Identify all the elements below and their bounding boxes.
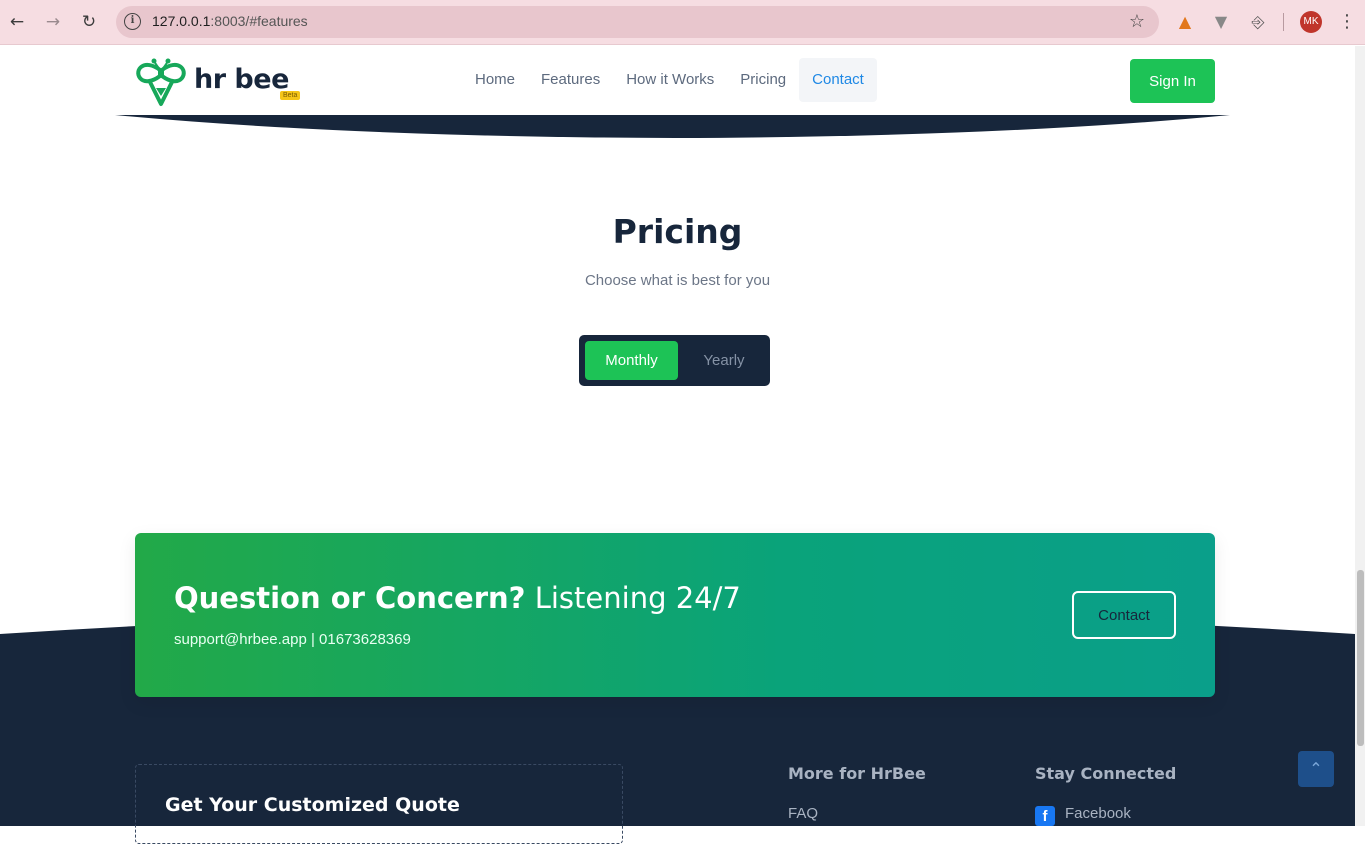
- stay-connected-heading: Stay Connected: [1035, 764, 1177, 783]
- page-scrollbar-thumb[interactable]: [1357, 570, 1364, 746]
- faq-link[interactable]: FAQ: [788, 805, 818, 822]
- main-nav: Home Features How it Works Pricing Conta…: [462, 58, 877, 102]
- yearly-toggle-button[interactable]: Yearly: [684, 341, 764, 380]
- nav-contact[interactable]: Contact: [799, 58, 877, 102]
- nav-features[interactable]: Features: [528, 58, 613, 102]
- pricing-subtitle: Choose what is best for you: [584, 272, 771, 289]
- facebook-icon[interactable]: f: [1035, 806, 1055, 826]
- site-header: hr bee Beta Home Features How it Works P…: [0, 46, 1355, 116]
- cta-contact-info: support@hrbee.app | 01673628369: [174, 631, 411, 648]
- hrbee-logo[interactable]: hr bee Beta: [134, 56, 304, 108]
- hero-wave-divider: [115, 115, 1230, 138]
- nav-home[interactable]: Home: [462, 58, 528, 102]
- forward-arrow-icon[interactable]: →: [42, 11, 64, 33]
- site-info-icon[interactable]: i: [124, 13, 141, 30]
- sign-in-button[interactable]: Sign In: [1130, 59, 1215, 103]
- toolbar-divider: [1283, 13, 1284, 31]
- back-arrow-icon[interactable]: ←: [6, 11, 28, 33]
- chevron-up-icon: ⌃: [1309, 759, 1323, 778]
- profile-avatar[interactable]: MK: [1300, 11, 1322, 33]
- contact-cta-banner: Question or Concern? Listening 24/7 supp…: [135, 533, 1215, 697]
- facebook-link[interactable]: Facebook: [1065, 805, 1131, 822]
- more-for-hrbee-heading: More for HrBee: [788, 764, 926, 783]
- quote-title: Get Your Customized Quote: [165, 794, 460, 816]
- logo-wordmark: hr bee: [194, 64, 289, 95]
- nav-pricing[interactable]: Pricing: [727, 58, 799, 102]
- back-to-top-button[interactable]: ⌃: [1298, 751, 1334, 787]
- pricing-title: Pricing: [612, 212, 743, 251]
- url-text[interactable]: 127.0.0.1:8003/#features: [152, 13, 308, 29]
- extensions-puzzle-icon[interactable]: ⎆: [1247, 11, 1269, 33]
- reload-icon[interactable]: ↻: [78, 11, 100, 33]
- address-bar[interactable]: i 127.0.0.1:8003/#features ☆: [116, 6, 1159, 38]
- bookmark-star-icon[interactable]: ☆: [1129, 11, 1145, 32]
- quote-form-box: Get Your Customized Quote: [135, 764, 623, 844]
- nav-how-it-works[interactable]: How it Works: [613, 58, 727, 102]
- monthly-toggle-button[interactable]: Monthly: [585, 341, 678, 380]
- vue-devtools-icon[interactable]: ▼: [1210, 11, 1232, 33]
- browser-menu-icon[interactable]: ⋮: [1338, 11, 1356, 32]
- billing-period-toggle: Monthly Yearly: [579, 335, 770, 386]
- beta-badge: Beta: [280, 91, 301, 100]
- metamask-fox-icon[interactable]: ▲: [1174, 11, 1196, 33]
- cta-contact-button[interactable]: Contact: [1072, 591, 1176, 639]
- browser-toolbar: ← → ↻ i 127.0.0.1:8003/#features ☆ ▲ ▼ ⎆…: [0, 0, 1365, 45]
- cta-title: Question or Concern? Listening 24/7: [174, 581, 741, 615]
- bee-logo-icon: [136, 58, 186, 106]
